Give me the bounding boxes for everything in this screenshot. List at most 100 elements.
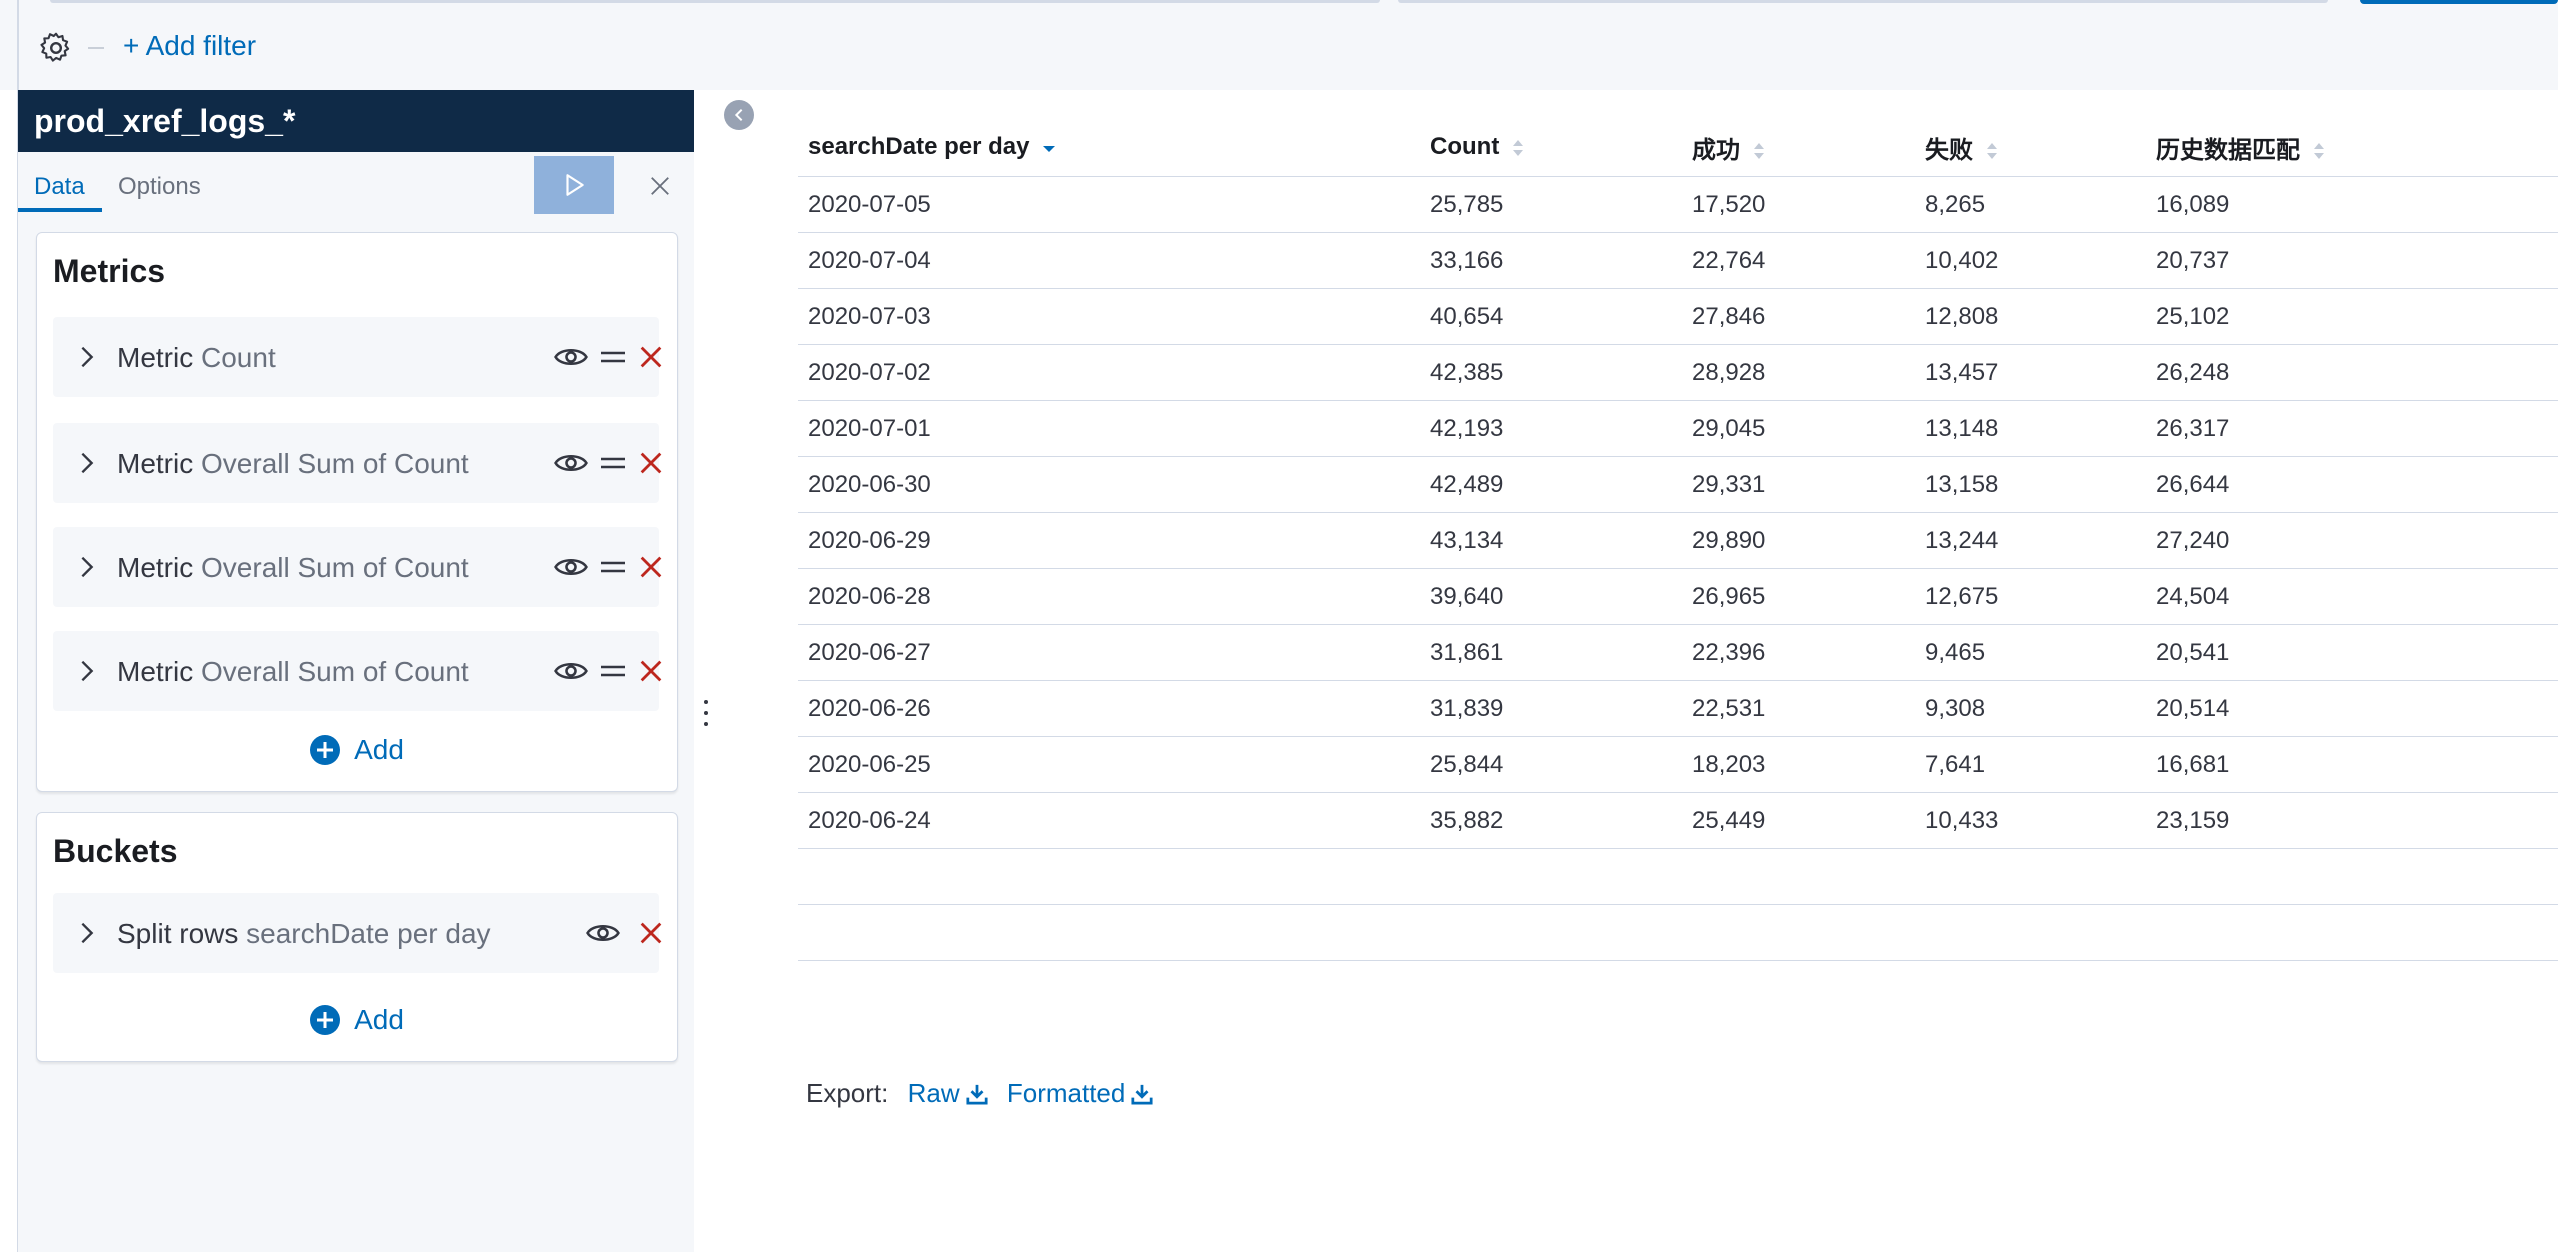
query-input[interactable] — [50, 0, 1380, 3]
sort-icon[interactable] — [1512, 139, 1524, 157]
table-cell: 42,385 — [1420, 344, 1682, 401]
table-cell: 31,839 — [1420, 680, 1682, 737]
table-row: 2020-06-29 43,134 29,890 13,244 27,240 — [798, 512, 2558, 569]
chevron-right-icon[interactable] — [73, 657, 101, 685]
table-cell: 2020-07-02 — [798, 344, 1420, 401]
table-cell: 9,465 — [1915, 624, 2146, 681]
table-cell: 22,764 — [1682, 232, 1915, 289]
discard-button[interactable] — [640, 166, 680, 206]
sort-descending-icon[interactable] — [1042, 141, 1056, 155]
metrics-title: Metrics — [53, 253, 166, 289]
bucket-label: Split rows searchDate per day — [117, 918, 491, 949]
export-label: Export: — [806, 1078, 889, 1108]
table-row: 2020-06-28 39,640 26,965 12,675 24,504 — [798, 568, 2558, 625]
bucket-row[interactable]: Split rows searchDate per day — [53, 893, 662, 973]
metric-row[interactable]: Metric Overall Sum of Count — [53, 423, 662, 503]
table-cell: 39,640 — [1420, 568, 1682, 625]
drag-handle-icon[interactable] — [599, 555, 627, 579]
tab-options[interactable]: Options — [118, 172, 201, 202]
column-header-date[interactable]: searchDate per day — [798, 118, 1420, 177]
metric-label: Metric Overall Sum of Count — [117, 448, 469, 479]
table-cell: 22,531 — [1682, 680, 1915, 737]
drag-handle-icon[interactable] — [599, 659, 627, 683]
delete-icon[interactable] — [637, 449, 665, 477]
table-cell: 26,644 — [2146, 456, 2558, 513]
refresh-button[interactable] — [2360, 0, 2558, 4]
table-cell: 33,166 — [1420, 232, 1682, 289]
sidebar-tabs: Data Options — [18, 152, 694, 214]
drag-handle-icon[interactable] — [599, 345, 627, 369]
table-cell: 26,317 — [2146, 400, 2558, 457]
table-cell: 16,681 — [2146, 736, 2558, 793]
table-header-row: searchDate per day Count 成功 失败 历史数据匹配 — [798, 118, 2558, 177]
table-cell: 29,045 — [1682, 400, 1915, 457]
column-header-failure[interactable]: 失败 — [1915, 118, 2146, 177]
add-filter-button[interactable]: + Add filter — [123, 26, 256, 66]
table-cell: 43,134 — [1420, 512, 1682, 569]
chevron-right-icon[interactable] — [73, 553, 101, 581]
sort-icon[interactable] — [1986, 142, 1998, 160]
drag-handle-icon[interactable] — [599, 451, 627, 475]
sort-icon[interactable] — [2313, 142, 2325, 160]
column-header-count[interactable]: Count — [1420, 118, 1682, 177]
table-cell: 35,882 — [1420, 792, 1682, 849]
chevron-right-icon[interactable] — [73, 343, 101, 371]
table-cell: 2020-07-01 — [798, 400, 1420, 457]
table-cell: 27,846 — [1682, 288, 1915, 345]
delete-icon[interactable] — [637, 919, 665, 947]
table-cell: 25,449 — [1682, 792, 1915, 849]
metric-row[interactable]: Metric Overall Sum of Count — [53, 527, 662, 607]
table-cell: 2020-07-04 — [798, 232, 1420, 289]
column-header-history-match[interactable]: 历史数据匹配 — [2146, 118, 2558, 177]
resize-handle-icon[interactable] — [700, 698, 712, 728]
collapse-sidebar-button[interactable] — [724, 100, 754, 130]
column-header-success[interactable]: 成功 — [1682, 118, 1915, 177]
table-row: 2020-07-01 42,193 29,045 13,148 26,317 — [798, 400, 2558, 457]
table-cell: 16,089 — [2146, 176, 2558, 233]
chevron-right-icon[interactable] — [73, 449, 101, 477]
eye-icon[interactable] — [585, 919, 621, 947]
table-row: 2020-06-30 42,489 29,331 13,158 26,644 — [798, 456, 2558, 513]
gear-icon[interactable] — [38, 30, 74, 66]
metric-row[interactable]: Metric Count — [53, 317, 662, 397]
metric-row[interactable]: Metric Overall Sum of Count — [53, 631, 662, 711]
table-cell: 28,928 — [1682, 344, 1915, 401]
table-cell: 12,675 — [1915, 568, 2146, 625]
table-cell: 18,203 — [1682, 736, 1915, 793]
table-row: 2020-07-05 25,785 17,520 8,265 16,089 — [798, 176, 2558, 233]
apply-changes-button[interactable] — [534, 156, 614, 214]
buckets-panel: Buckets Split rows searchDate per day Ad… — [36, 812, 678, 1062]
delete-icon[interactable] — [637, 553, 665, 581]
time-picker[interactable] — [1398, 0, 2328, 3]
add-bucket-button[interactable]: Add — [37, 1003, 677, 1037]
metric-label: Metric Count — [117, 342, 276, 373]
table-cell: 2020-07-03 — [798, 288, 1420, 345]
plus-circle-icon — [310, 735, 341, 765]
delete-icon[interactable] — [637, 343, 665, 371]
table-cell: 2020-06-29 — [798, 512, 1420, 569]
eye-icon[interactable] — [553, 553, 589, 581]
empty-row — [798, 848, 2558, 905]
table-cell: 2020-06-24 — [798, 792, 1420, 849]
table-cell: 20,737 — [2146, 232, 2558, 289]
chevron-right-icon[interactable] — [73, 919, 101, 947]
delete-icon[interactable] — [637, 657, 665, 685]
table-cell: 2020-07-05 — [798, 176, 1420, 233]
eye-icon[interactable] — [553, 657, 589, 685]
table-cell: 23,159 — [2146, 792, 2558, 849]
table-cell: 25,844 — [1420, 736, 1682, 793]
eye-icon[interactable] — [553, 343, 589, 371]
add-metric-button[interactable]: Add — [37, 733, 677, 767]
table-cell: 24,504 — [2146, 568, 2558, 625]
table-row: 2020-06-27 31,861 22,396 9,465 20,541 — [798, 624, 2558, 681]
export-formatted-link[interactable]: Formatted — [1007, 1078, 1154, 1108]
sort-icon[interactable] — [1753, 142, 1765, 160]
table-cell: 13,244 — [1915, 512, 2146, 569]
export-raw-link[interactable]: Raw — [908, 1078, 988, 1108]
eye-icon[interactable] — [553, 449, 589, 477]
table-cell: 12,808 — [1915, 288, 2146, 345]
download-icon — [966, 1084, 988, 1105]
table-cell: 13,457 — [1915, 344, 2146, 401]
tab-data[interactable]: Data — [34, 172, 85, 202]
table-row: 2020-06-25 25,844 18,203 7,641 16,681 — [798, 736, 2558, 793]
